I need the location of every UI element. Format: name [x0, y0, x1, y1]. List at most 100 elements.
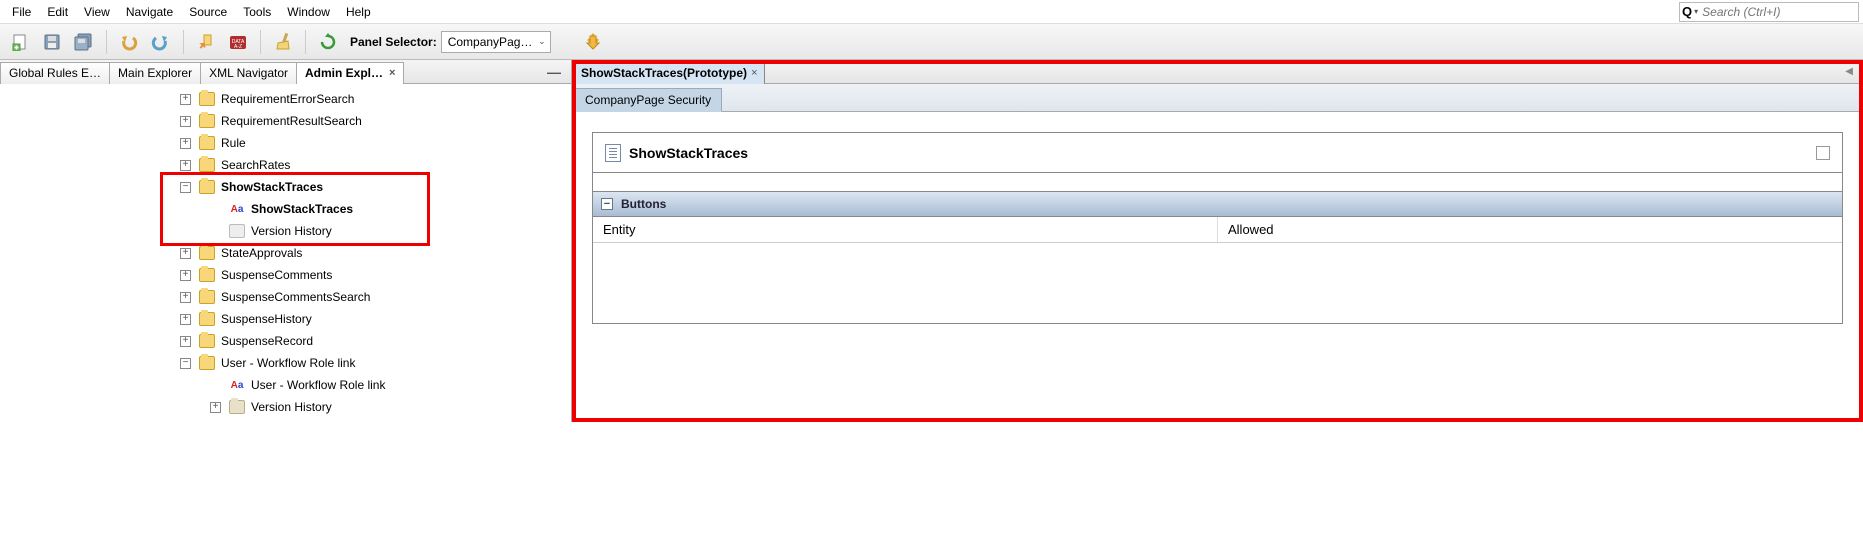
new-file-button[interactable] — [6, 28, 34, 56]
toolbar: DATAA-Z Panel Selector: CompanyPag… ⌄ — [0, 24, 1863, 60]
menu-tools[interactable]: Tools — [235, 2, 279, 22]
expand-icon[interactable]: + — [180, 292, 191, 303]
column-entity: Entity — [593, 217, 1218, 242]
svg-text:A-Z: A-Z — [234, 44, 242, 50]
chevron-left-icon[interactable]: ◀ — [1835, 66, 1863, 77]
refresh-button[interactable] — [314, 28, 342, 56]
tree-item-label: SuspenseHistory — [219, 312, 312, 326]
editor-sub-tabs: CompanyPage Security — [572, 84, 1863, 112]
tree-item[interactable]: + RequirementResultSearch — [180, 110, 571, 132]
download-button[interactable] — [579, 28, 607, 56]
tree-item[interactable]: −ShowStackTraces — [180, 176, 571, 198]
tree-item-label: StateApprovals — [219, 246, 302, 260]
collapse-icon[interactable]: − — [180, 358, 191, 369]
tree-item[interactable]: +Version History — [180, 396, 571, 418]
collapse-icon[interactable]: − — [601, 198, 613, 210]
folder-icon — [199, 92, 215, 106]
tab-main-explorer[interactable]: Main Explorer — [109, 62, 201, 84]
explorer-pane: Global Rules E… Main Explorer XML Naviga… — [0, 60, 572, 422]
tree-item[interactable]: + Rule — [180, 132, 571, 154]
tab-global-rules[interactable]: Global Rules E… — [0, 62, 110, 84]
tree-item-label: SuspenseComments — [219, 268, 332, 282]
tree-item-label: Version History — [249, 224, 332, 238]
editor-tabs: ShowStackTraces(Prototype) × ◀ — [572, 60, 1863, 84]
redo-button[interactable] — [147, 28, 175, 56]
tree-item[interactable]: +SuspenseRecord — [180, 330, 571, 352]
collapse-icon[interactable]: − — [180, 182, 191, 193]
sub-tab-company-security[interactable]: CompanyPage Security — [574, 88, 722, 112]
tree-item[interactable]: Version History — [180, 220, 571, 242]
panel-selector-value: CompanyPag… — [448, 35, 533, 49]
tree-item[interactable]: AaUser - Workflow Role link — [180, 374, 571, 396]
tree-item-label: RequirementErrorSearch — [219, 92, 354, 106]
folder-icon — [199, 268, 215, 282]
expand-icon[interactable]: + — [180, 248, 191, 259]
tree-item[interactable]: + RequirementErrorSearch — [180, 88, 571, 110]
menu-window[interactable]: Window — [279, 2, 338, 22]
folder-icon — [199, 356, 215, 370]
buttons-section-header[interactable]: − Buttons — [593, 191, 1842, 217]
menu-view[interactable]: View — [76, 2, 118, 22]
explorer-tabs: Global Rules E… Main Explorer XML Naviga… — [0, 60, 571, 84]
close-icon[interactable]: × — [751, 67, 757, 79]
expand-icon[interactable]: + — [180, 116, 191, 127]
menu-navigate[interactable]: Navigate — [118, 2, 181, 22]
save-button[interactable] — [38, 28, 66, 56]
chevron-down-icon: ⌄ — [538, 36, 546, 47]
expand-icon[interactable]: + — [210, 402, 221, 413]
folder-icon — [199, 312, 215, 326]
panel-selector-label: Panel Selector: — [350, 35, 437, 49]
tree-item-label: Rule — [219, 136, 246, 150]
tree-item[interactable]: −User - Workflow Role link — [180, 352, 571, 374]
tree-item[interactable]: + SuspenseHistory — [180, 308, 571, 330]
menu-source[interactable]: Source — [181, 2, 235, 22]
expand-icon[interactable]: + — [180, 314, 191, 325]
tree-item-label: SearchRates — [219, 158, 290, 172]
clean-button[interactable] — [269, 28, 297, 56]
search-icon: Q — [1682, 4, 1692, 19]
security-panel: ShowStackTraces − Buttons Entity Allowed — [592, 132, 1843, 324]
search-dropdown-icon[interactable]: ▾ — [1694, 7, 1698, 16]
tree-item[interactable]: + StateApprovals — [180, 242, 571, 264]
tree-item[interactable]: AaShowStackTraces — [180, 198, 571, 220]
tab-xml-navigator[interactable]: XML Navigator — [200, 62, 297, 84]
folder-icon — [199, 334, 215, 348]
tree-view[interactable]: + RequirementErrorSearch + RequirementResul… — [0, 84, 571, 422]
panel-title: ShowStackTraces — [629, 145, 748, 161]
tree-item-label: RequirementResultSearch — [219, 114, 362, 128]
panel-checkbox[interactable] — [1816, 146, 1830, 160]
editor-tab-showstacktraces[interactable]: ShowStackTraces(Prototype) × — [574, 62, 765, 84]
expand-icon[interactable]: + — [180, 94, 191, 105]
buttons-columns: Entity Allowed — [593, 217, 1842, 243]
history-icon — [229, 224, 245, 238]
document-icon — [605, 144, 621, 162]
tree-item-label: SuspenseCommentsSearch — [219, 290, 370, 304]
expand-icon[interactable]: + — [180, 160, 191, 171]
tree-item[interactable]: + SuspenseComments — [180, 264, 571, 286]
tab-admin-explorer[interactable]: Admin Expl… × — [296, 62, 404, 84]
menu-help[interactable]: Help — [338, 2, 379, 22]
menu-bar: File Edit View Navigate Source Tools Win… — [0, 0, 1863, 24]
undo-button[interactable] — [115, 28, 143, 56]
minimize-pane-button[interactable]: — — [537, 64, 571, 80]
search-box[interactable]: Q ▾ — [1679, 2, 1859, 22]
data-dictionary-button[interactable]: DATAA-Z — [224, 28, 252, 56]
page-icon: Aa — [229, 378, 245, 392]
column-allowed: Allowed — [1218, 217, 1842, 242]
folder-icon — [199, 246, 215, 260]
checkout-button[interactable] — [192, 28, 220, 56]
tree-item[interactable]: + SearchRates — [180, 154, 571, 176]
page-icon: Aa — [229, 202, 245, 216]
section-title: Buttons — [621, 197, 666, 211]
close-icon[interactable]: × — [389, 67, 395, 79]
menu-edit[interactable]: Edit — [39, 2, 76, 22]
folder-icon — [199, 114, 215, 128]
search-input[interactable] — [1702, 5, 1832, 19]
expand-icon[interactable]: + — [180, 336, 191, 347]
menu-file[interactable]: File — [4, 2, 39, 22]
tree-item[interactable]: + SuspenseCommentsSearch — [180, 286, 571, 308]
expand-icon[interactable]: + — [180, 270, 191, 281]
save-all-button[interactable] — [70, 28, 98, 56]
expand-icon[interactable]: + — [180, 138, 191, 149]
panel-selector-combo[interactable]: CompanyPag… ⌄ — [441, 31, 551, 53]
